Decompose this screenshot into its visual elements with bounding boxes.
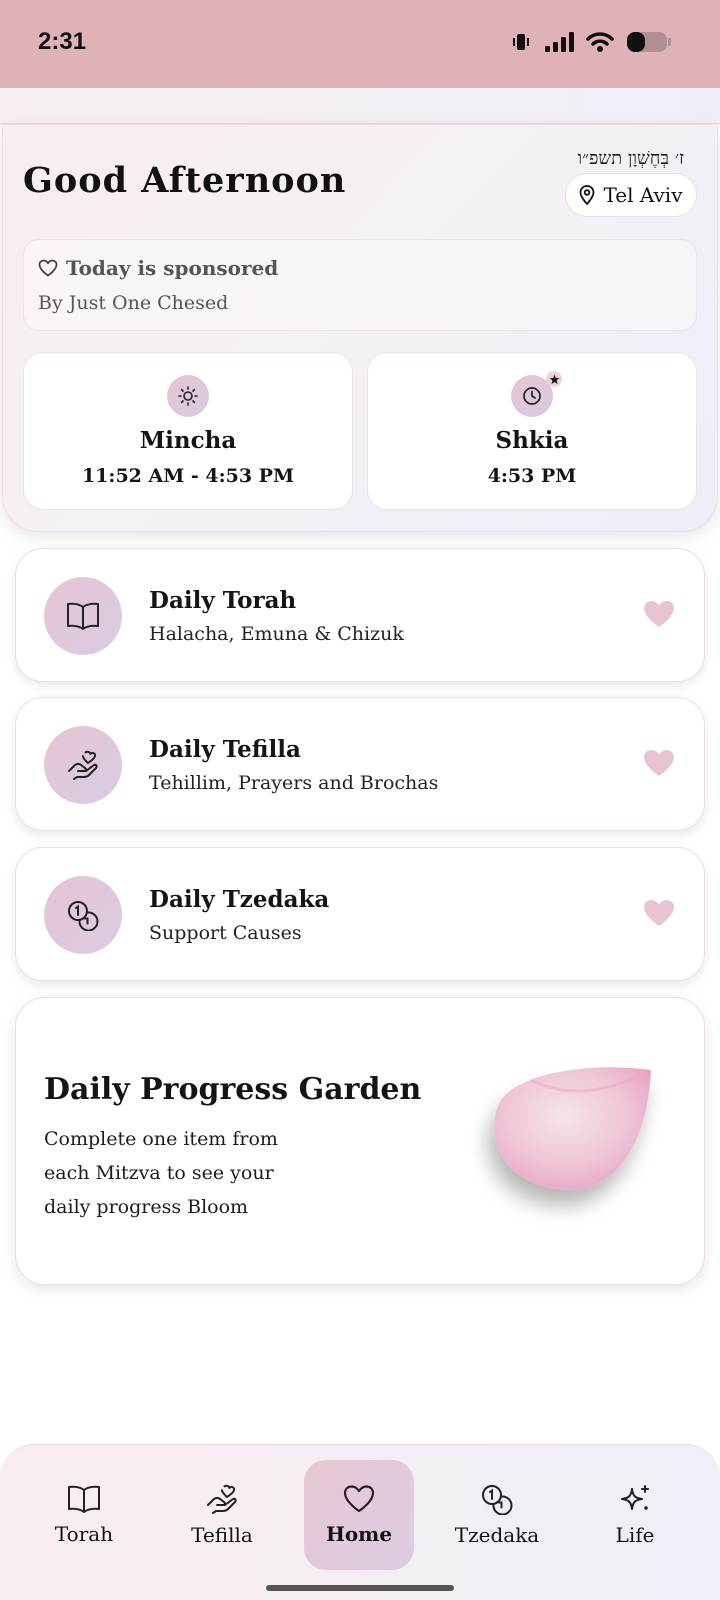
- mincha-card[interactable]: Mincha 11:52 AM - 4:53 PM: [23, 352, 353, 510]
- clock-icon: [523, 387, 541, 405]
- nav-torah[interactable]: Torah: [29, 1460, 139, 1570]
- home-indicator[interactable]: [266, 1585, 454, 1591]
- location-pin-icon: [580, 185, 595, 205]
- garden-description: Complete one item from each Mitzva to se…: [44, 1128, 278, 1218]
- sun-icon-circle: [167, 375, 209, 417]
- sponsor-subtitle: By Just One Chesed: [38, 292, 229, 314]
- mincha-title: Mincha: [139, 427, 237, 454]
- daily-tefilla-subtitle: Tehillim, Prayers and Brochas: [149, 772, 439, 794]
- status-icons: [510, 30, 672, 54]
- sun-icon: [178, 386, 198, 406]
- vibrate-icon: [513, 34, 529, 50]
- hebrew-date: ז׳ בְּחֶשְׁוָן תשפ״ו: [577, 148, 684, 169]
- favorite-heart-icon[interactable]: [642, 898, 676, 928]
- daily-tefilla-title: Daily Tefilla: [149, 736, 301, 763]
- book-icon: [67, 602, 99, 630]
- status-time: 2:31: [38, 28, 87, 55]
- favorite-heart-icon[interactable]: [642, 599, 676, 629]
- nav-tefilla[interactable]: Tefilla: [167, 1460, 277, 1570]
- daily-tzedaka-card[interactable]: Daily Tzedaka Support Causes: [15, 847, 705, 981]
- hand-heart-icon: [68, 750, 98, 780]
- shkia-card[interactable]: Shkia 4:53 PM: [367, 352, 697, 510]
- sponsor-box[interactable]: Today is sponsored By Just One Chesed: [23, 239, 697, 331]
- nav-tzedaka[interactable]: Tzedaka: [442, 1460, 552, 1570]
- nav-life[interactable]: Life: [580, 1460, 690, 1570]
- book-icon-circle: [44, 577, 122, 655]
- nav-tzedaka-label: Tzedaka: [454, 1523, 540, 1547]
- sparkles-icon: [621, 1485, 649, 1510]
- nav-life-label: Life: [615, 1523, 655, 1547]
- location-label: Tel Aviv: [603, 183, 683, 207]
- coins-icon-circle: [44, 876, 122, 954]
- battery-icon: [627, 32, 671, 52]
- garden-title: Daily Progress Garden: [44, 1072, 422, 1107]
- coins-icon: [68, 901, 99, 931]
- daily-tzedaka-title: Daily Tzedaka: [149, 886, 330, 913]
- coins-icon: [482, 1485, 513, 1515]
- nav-torah-label: Torah: [54, 1522, 114, 1546]
- shkia-title: Shkia: [495, 427, 569, 454]
- star-badge-icon: [546, 371, 562, 387]
- daily-tefilla-card[interactable]: Daily Tefilla Tehillim, Prayers and Broc…: [15, 697, 705, 831]
- petal-image: [494, 1067, 651, 1190]
- mincha-time: 11:52 AM - 4:53 PM: [81, 465, 294, 487]
- hand-heart-icon-circle: [44, 726, 122, 804]
- daily-torah-subtitle: Halacha, Emuna & Chizuk: [149, 623, 404, 645]
- nav-home-label: Home: [325, 1522, 393, 1546]
- signal-icon: [545, 32, 574, 52]
- nav-home[interactable]: Home: [304, 1460, 414, 1570]
- favorite-heart-icon[interactable]: [642, 748, 676, 778]
- daily-torah-title: Daily Torah: [149, 587, 297, 614]
- daily-torah-card[interactable]: Daily Torah Halacha, Emuna & Chizuk: [15, 548, 705, 682]
- bottom-nav: Torah Tefilla Home Tzedaka Life: [0, 1444, 720, 1600]
- daily-tzedaka-subtitle: Support Causes: [149, 922, 302, 944]
- heart-outline-icon: [38, 259, 58, 277]
- sponsor-title: Today is sponsored: [66, 256, 279, 280]
- book-icon: [68, 1485, 100, 1513]
- shkia-time: 4:53 PM: [487, 465, 577, 487]
- sponsor-title-row: Today is sponsored: [38, 256, 278, 280]
- heart-icon: [343, 1485, 375, 1513]
- progress-garden-card[interactable]: Daily Progress Garden Complete one item …: [15, 997, 705, 1285]
- wifi-icon: [586, 32, 614, 52]
- top-strip: [0, 88, 720, 124]
- nav-tefilla-label: Tefilla: [191, 1523, 253, 1547]
- greeting: Good Afternoon: [23, 160, 347, 201]
- location-button[interactable]: Tel Aviv: [565, 173, 697, 217]
- hand-heart-icon: [207, 1484, 237, 1514]
- status-bar: 2:31: [0, 0, 720, 88]
